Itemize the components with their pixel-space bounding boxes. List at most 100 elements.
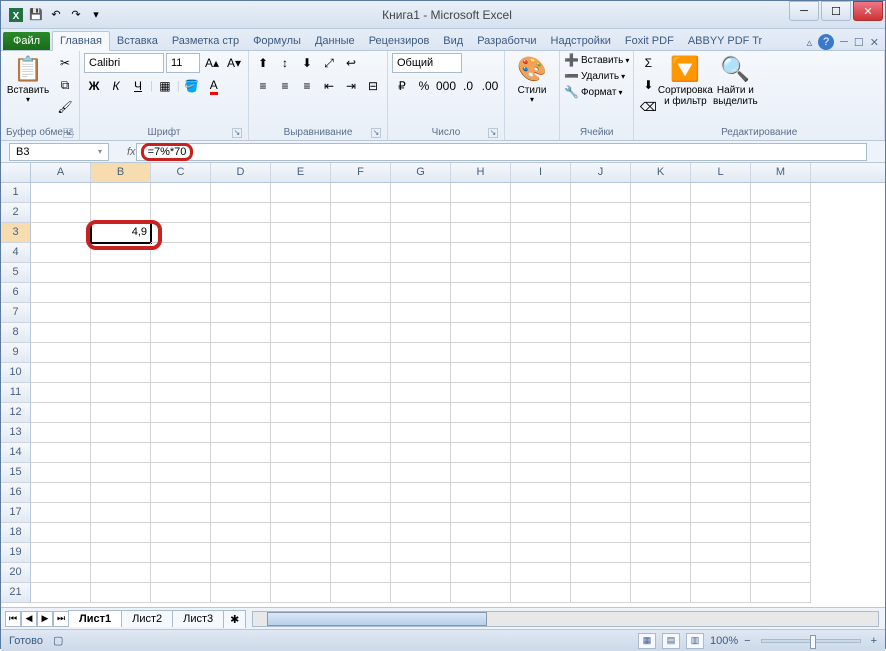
row-header[interactable]: 16 [1, 483, 31, 503]
sheet-tab[interactable]: Лист1 [68, 610, 122, 627]
cell[interactable] [511, 563, 571, 583]
cell[interactable] [271, 223, 331, 243]
sheet-nav-last-icon[interactable]: ⏭ [53, 611, 69, 627]
row-header[interactable]: 10 [1, 363, 31, 383]
merge-icon[interactable]: ⊟ [363, 76, 383, 96]
column-header[interactable]: A [31, 163, 91, 182]
row-header[interactable]: 13 [1, 423, 31, 443]
indent-inc-icon[interactable]: ⇥ [341, 76, 361, 96]
cell[interactable] [691, 543, 751, 563]
cell[interactable] [391, 443, 451, 463]
cell[interactable] [451, 203, 511, 223]
cell[interactable] [391, 563, 451, 583]
cell[interactable] [91, 283, 151, 303]
cell[interactable] [451, 263, 511, 283]
cell[interactable] [391, 523, 451, 543]
cell[interactable] [151, 403, 211, 423]
cell[interactable] [511, 183, 571, 203]
cell[interactable] [751, 343, 811, 363]
cell[interactable] [91, 503, 151, 523]
row-header[interactable]: 8 [1, 323, 31, 343]
tab-foxit[interactable]: Foxit PDF [618, 32, 681, 50]
cell[interactable] [571, 303, 631, 323]
cell[interactable] [751, 563, 811, 583]
cell[interactable] [391, 423, 451, 443]
cell[interactable] [631, 283, 691, 303]
cell[interactable] [631, 323, 691, 343]
cell[interactable] [31, 543, 91, 563]
bold-button[interactable]: Ж [84, 76, 104, 96]
row-header[interactable]: 3 [1, 223, 31, 243]
cell[interactable] [511, 203, 571, 223]
zoom-slider[interactable] [761, 639, 861, 643]
sheet-nav-prev-icon[interactable]: ◀ [21, 611, 37, 627]
cell[interactable] [391, 463, 451, 483]
cell[interactable] [751, 423, 811, 443]
cell[interactable] [91, 563, 151, 583]
paste-button[interactable]: 📋 Вставить ▾ [5, 53, 51, 109]
cell[interactable] [751, 523, 811, 543]
cell[interactable] [211, 523, 271, 543]
cell[interactable] [391, 223, 451, 243]
row-header[interactable]: 9 [1, 343, 31, 363]
cell[interactable] [391, 403, 451, 423]
cell[interactable] [331, 383, 391, 403]
cell[interactable] [331, 223, 391, 243]
excel-icon[interactable]: X [7, 6, 25, 24]
cell[interactable] [151, 463, 211, 483]
qat-more-icon[interactable]: ▾ [87, 6, 105, 24]
column-header[interactable]: G [391, 163, 451, 182]
cell[interactable] [91, 303, 151, 323]
cell[interactable] [391, 243, 451, 263]
cell[interactable] [31, 323, 91, 343]
cell[interactable] [571, 523, 631, 543]
zoom-thumb[interactable] [810, 635, 816, 649]
cell[interactable] [211, 583, 271, 603]
cell[interactable] [31, 463, 91, 483]
cell[interactable] [571, 383, 631, 403]
cell[interactable] [511, 443, 571, 463]
scroll-thumb[interactable] [267, 612, 487, 626]
column-header[interactable]: H [451, 163, 511, 182]
cell[interactable] [691, 343, 751, 363]
cell[interactable] [271, 463, 331, 483]
cell[interactable] [271, 323, 331, 343]
cell[interactable] [151, 423, 211, 443]
cell[interactable] [331, 283, 391, 303]
cell[interactable] [631, 203, 691, 223]
wrap-text-icon[interactable]: ↩ [341, 53, 361, 73]
cell[interactable] [631, 563, 691, 583]
doc-minimize-icon[interactable]: ─ [840, 36, 848, 48]
cell[interactable] [631, 243, 691, 263]
comma-icon[interactable]: 000 [436, 76, 456, 96]
cell[interactable] [571, 563, 631, 583]
cell[interactable] [331, 263, 391, 283]
formula-bar[interactable]: =7%*70 [136, 143, 867, 161]
number-format-combo[interactable]: Общий [392, 53, 462, 73]
cell[interactable] [91, 463, 151, 483]
cell[interactable] [691, 463, 751, 483]
cell[interactable] [91, 243, 151, 263]
percent-icon[interactable]: % [414, 76, 434, 96]
cell[interactable] [331, 483, 391, 503]
cell[interactable] [751, 483, 811, 503]
cell[interactable] [631, 583, 691, 603]
cell[interactable] [751, 403, 811, 423]
orientation-icon[interactable]: ⤢ [319, 53, 339, 73]
find-select-button[interactable]: 🔍 Найти и выделить [712, 53, 758, 111]
cell[interactable] [571, 223, 631, 243]
cell[interactable] [271, 283, 331, 303]
row-header[interactable]: 2 [1, 203, 31, 223]
redo-icon[interactable]: ↷ [67, 6, 85, 24]
row-header[interactable]: 20 [1, 563, 31, 583]
cell[interactable] [631, 443, 691, 463]
format-cells-icon[interactable]: 🔧 [564, 85, 579, 99]
cell[interactable] [451, 523, 511, 543]
cell[interactable] [91, 583, 151, 603]
clear-icon[interactable]: ⌫ [638, 97, 658, 117]
cell[interactable] [691, 263, 751, 283]
cell[interactable] [31, 283, 91, 303]
cell[interactable] [91, 383, 151, 403]
cell[interactable] [271, 203, 331, 223]
shrink-font-icon[interactable]: A▾ [224, 53, 244, 73]
